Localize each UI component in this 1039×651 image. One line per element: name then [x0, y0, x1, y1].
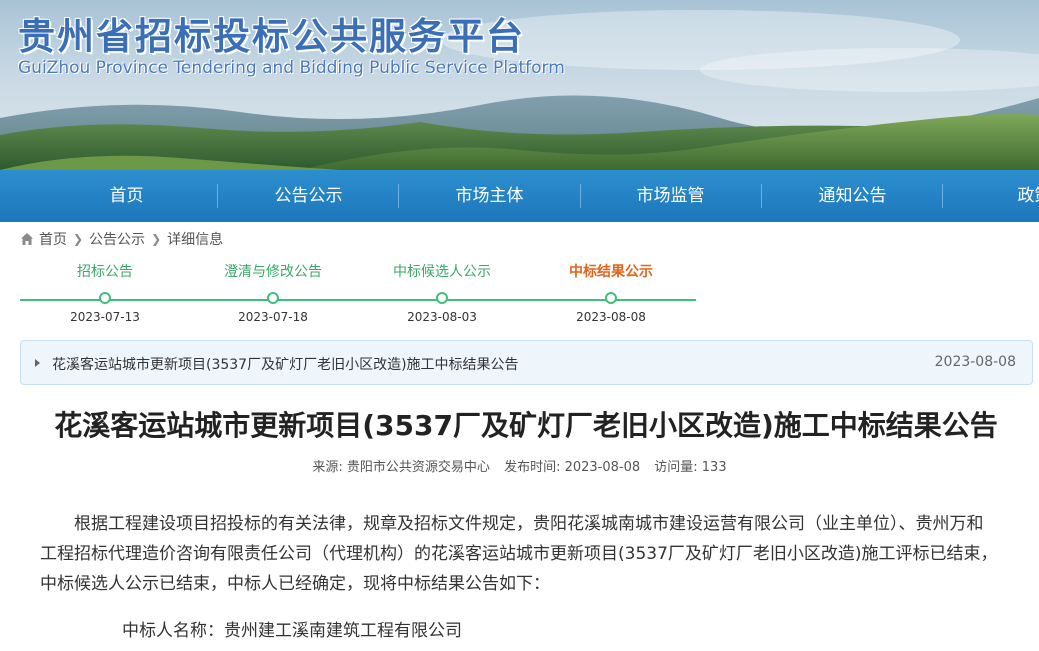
timeline-step-label: 招标公告 — [77, 264, 133, 280]
header-banner: 贵州省招标投标公共服务平台 GuiZhou Province Tendering… — [0, 0, 1039, 170]
timeline-step-active[interactable]: 中标结果公示 2023-08-08 — [526, 262, 696, 324]
timeline-dot — [605, 292, 617, 304]
timeline-step-date: 2023-07-13 — [70, 310, 140, 324]
home-icon — [21, 233, 33, 245]
article-meta: 来源: 贵阳市公共资源交易中心 发布时间: 2023-08-08 访问量: 13… — [0, 456, 1039, 475]
process-timeline: 招标公告 2023-07-13 澄清与修改公告 2023-07-18 中标候选人… — [20, 262, 700, 332]
nav-item-home[interactable]: 首页 — [36, 170, 217, 222]
timeline-step[interactable]: 中标候选人公示 2023-08-03 — [357, 262, 527, 324]
nav-item-market-entities[interactable]: 市场主体 — [399, 170, 580, 222]
site-title: 贵州省招标投标公共服务平台 — [18, 15, 525, 58]
notice-date: 2023-08-08 — [934, 354, 1016, 370]
chevron-right-icon: ❯ — [73, 232, 84, 246]
chevron-right-icon: ❯ — [151, 232, 162, 246]
timeline-step[interactable]: 澄清与修改公告 2023-07-18 — [188, 262, 358, 324]
nav-item-announcements[interactable]: 公告公示 — [218, 170, 399, 222]
nav-item-notices[interactable]: 通知公告 — [762, 170, 943, 222]
notice-title[interactable]: 花溪客运站城市更新项目(3537厂及矿灯厂老旧小区改造)施工中标结果公告 — [52, 354, 519, 374]
breadcrumb-home[interactable]: 首页 — [39, 229, 67, 249]
nav-separator — [942, 184, 943, 208]
timeline-step-label: 中标候选人公示 — [393, 264, 491, 280]
article-source: 来源: 贵阳市公共资源交易中心 — [312, 460, 490, 475]
timeline-step-date: 2023-08-08 — [576, 310, 646, 324]
article-paragraph: 根据工程建设项目招投标的有关法律，规章及招标文件规定，贵阳花溪城南城市建设运营有… — [40, 514, 998, 594]
nav-item-market-supervision[interactable]: 市场监管 — [580, 170, 761, 222]
winning-bidder: 中标人名称：贵州建工溪南建筑工程有限公司 — [122, 621, 462, 641]
site-subtitle: GuiZhou Province Tendering and Bidding P… — [18, 58, 565, 78]
article-view-count: 访问量: 133 — [654, 460, 727, 475]
timeline-step-label: 澄清与修改公告 — [224, 264, 322, 280]
article-title: 花溪客运站城市更新项目(3537厂及矿灯厂老旧小区改造)施工中标结果公告 — [54, 409, 998, 442]
timeline-dot — [436, 292, 448, 304]
timeline-step-label: 中标结果公示 — [569, 264, 653, 280]
breadcrumb: 首页 ❯ 公告公示 ❯ 详细信息 — [20, 229, 223, 249]
timeline-dot — [99, 292, 111, 304]
nav-item-policies[interactable]: 政策 — [944, 170, 1039, 222]
timeline-step-date: 2023-07-18 — [238, 310, 308, 324]
notice-bar[interactable]: 花溪客运站城市更新项目(3537厂及矿灯厂老旧小区改造)施工中标结果公告 202… — [20, 340, 1033, 385]
breadcrumb-announcements[interactable]: 公告公示 — [89, 229, 145, 249]
main-nav: 首页 公告公示 市场主体 市场监管 通知公告 政策 — [0, 170, 1039, 222]
article-publish-date: 发布时间: 2023-08-08 — [504, 460, 641, 475]
timeline-step-date: 2023-08-03 — [407, 310, 477, 324]
timeline-step[interactable]: 招标公告 2023-07-13 — [20, 262, 190, 324]
breadcrumb-current: 详细信息 — [167, 232, 224, 248]
timeline-dot — [267, 292, 279, 304]
caret-right-icon — [35, 359, 40, 367]
